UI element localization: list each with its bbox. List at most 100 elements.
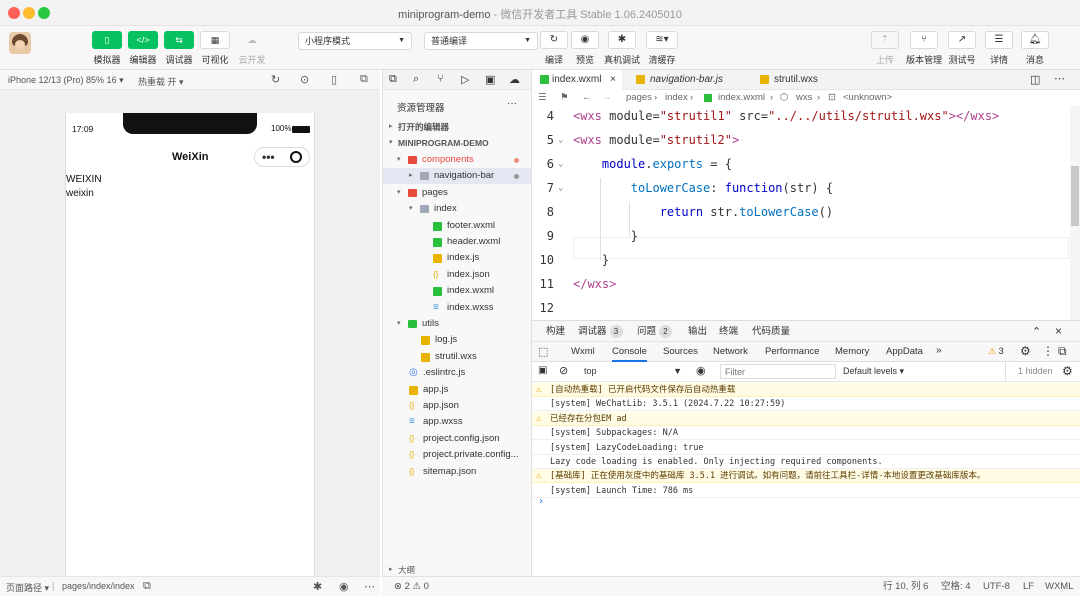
copy-icon[interactable]: ⧉ xyxy=(143,580,151,593)
rotate-icon[interactable]: ↻ xyxy=(271,73,280,86)
debugger-toggle-button[interactable]: ⇆ xyxy=(164,31,194,49)
upload-button[interactable]: ⇡ xyxy=(871,31,899,49)
gear-icon[interactable]: ⚙ xyxy=(1062,364,1073,378)
context-select[interactable]: top ▼ xyxy=(580,364,684,379)
tree-item[interactable]: {} project.private.config... xyxy=(383,447,531,463)
tree-item[interactable]: {} index.json xyxy=(383,267,531,283)
visual-toggle-button[interactable]: ▦ xyxy=(200,31,230,49)
sidebar-toggle-icon[interactable]: ▣ xyxy=(538,365,547,376)
tree-item[interactable]: {} project.config.json xyxy=(383,431,531,447)
version-control-button[interactable]: ⑂ xyxy=(910,31,938,49)
devtools-tab[interactable]: 问题 2 xyxy=(637,321,673,343)
fold-chevron-icon[interactable]: ⌄ xyxy=(558,176,563,200)
devtools-tab[interactable]: 终端 xyxy=(719,321,738,343)
cloud-dev-button[interactable]: ☁ xyxy=(237,31,267,49)
tree-item[interactable]: log.js xyxy=(383,332,531,348)
tab-index-wxml[interactable]: index.wxml × xyxy=(532,70,622,90)
devtools-tab[interactable]: 代码质量 xyxy=(752,321,790,343)
open-editors-section[interactable]: ▸ 打开的编辑器 xyxy=(383,119,531,135)
messages-button[interactable]: 🔔︎ xyxy=(1021,31,1049,49)
cursor-position[interactable]: 行 10, 列 6 xyxy=(883,577,928,596)
stop-icon[interactable]: ⊙ xyxy=(300,73,309,86)
kebab-icon[interactable]: ⋮ xyxy=(1042,344,1054,358)
tree-item[interactable]: footer.wxml xyxy=(383,218,531,234)
encoding[interactable]: UTF-8 xyxy=(983,577,1010,596)
hot-reload-toggle[interactable]: 热重载 开 ▾ xyxy=(138,75,184,88)
tab-navigation-bar-js[interactable]: navigation-bar.js xyxy=(630,70,760,90)
language-mode[interactable]: WXML xyxy=(1045,577,1074,596)
more-icon[interactable]: ⋯ xyxy=(1054,72,1065,85)
close-icon[interactable]: × xyxy=(1055,324,1062,338)
tree-item[interactable]: {} sitemap.json xyxy=(383,464,531,480)
bug-icon[interactable]: ✱ xyxy=(313,580,322,593)
extensions-icon[interactable]: ▣ xyxy=(485,73,495,86)
panel-tab[interactable]: AppData xyxy=(886,342,923,362)
tree-item[interactable]: strutil.wxs xyxy=(383,349,531,365)
search-icon[interactable]: ⌕ xyxy=(413,73,419,86)
fold-chevron-icon[interactable]: ⌄ xyxy=(558,152,563,176)
preview-button[interactable]: ◉ xyxy=(571,31,599,49)
console-prompt[interactable]: › xyxy=(538,496,544,507)
eye-icon[interactable]: ◉ xyxy=(696,364,706,377)
compile-mode-select[interactable]: 普通编译 ▼ xyxy=(424,32,538,50)
compile-button[interactable]: ↻ xyxy=(540,31,568,49)
capsule-menu[interactable]: ••• xyxy=(254,147,310,167)
devtools-tab[interactable]: 输出 xyxy=(688,321,707,343)
tree-item[interactable]: ▾ components xyxy=(383,152,531,168)
test-account-button[interactable]: ↗ xyxy=(948,31,976,49)
more-panels-icon[interactable]: » xyxy=(936,345,942,356)
problems-count[interactable]: ⊗ 2 ⚠ 0 xyxy=(394,577,429,596)
avatar[interactable] xyxy=(9,32,31,54)
tree-item[interactable]: ▸ navigation-bar xyxy=(383,168,531,185)
phone-icon[interactable]: ▯ xyxy=(331,73,337,86)
simulator-toggle-button[interactable]: ▯ xyxy=(92,31,122,49)
editor-toggle-button[interactable]: </> xyxy=(128,31,158,49)
close-capsule-icon[interactable] xyxy=(290,151,302,163)
inspect-icon[interactable]: ⬚ xyxy=(538,345,548,358)
collapse-panel-icon[interactable]: ⌃ xyxy=(1032,325,1041,338)
files-icon[interactable]: ⧉ xyxy=(389,73,397,86)
tree-item[interactable]: ▾ pages xyxy=(383,185,531,201)
tree-item[interactable]: ▾ utils xyxy=(383,316,531,332)
code-editor[interactable]: 4 <wxs module="strutil1" src="../../utils… xyxy=(532,106,1080,320)
panel-tab[interactable]: Performance xyxy=(765,342,819,362)
split-editor-icon[interactable]: ◫ xyxy=(1030,73,1040,86)
clear-console-icon[interactable]: ⊘ xyxy=(559,364,568,377)
eye-icon[interactable]: ◉ xyxy=(339,580,349,593)
tree-item[interactable]: ▾ index xyxy=(383,201,531,217)
warning-count[interactable]: ⚠ 3 xyxy=(988,346,1004,357)
debug-icon[interactable]: ▷ xyxy=(461,73,469,86)
project-section[interactable]: ▾ MINIPROGRAM-DEMO xyxy=(383,135,531,151)
console-filter-input[interactable] xyxy=(720,364,836,379)
tree-item[interactable]: ≡ index.wxss xyxy=(383,300,531,316)
tree-item[interactable]: ≡ app.wxss xyxy=(383,414,531,430)
devtools-tab[interactable]: 调试器 3 xyxy=(578,321,623,343)
tree-item[interactable]: index.wxml xyxy=(383,283,531,299)
page-path-label[interactable]: 页面路径 ▾ xyxy=(6,581,49,594)
indentation[interactable]: 空格: 4 xyxy=(941,577,971,596)
fold-chevron-icon[interactable]: ⌄ xyxy=(558,128,563,152)
source-control-icon[interactable]: ⑂ xyxy=(437,73,444,85)
panel-tab[interactable]: Memory xyxy=(835,342,869,362)
device-select[interactable]: iPhone 12/13 (Pro) 85% 16 ▾ xyxy=(8,75,124,86)
tree-item[interactable]: {} app.json xyxy=(383,398,531,414)
real-device-debug-button[interactable]: ✱ xyxy=(608,31,636,49)
console-output[interactable]: ⚠ [自动热重载] 已开启代码文件保存后自动热重载 [system] WeChatL… xyxy=(532,382,1080,576)
panel-tab[interactable]: Network xyxy=(713,342,748,362)
gear-icon[interactable]: ⚙ xyxy=(1020,344,1031,358)
log-levels-select[interactable]: Default levels ▾ xyxy=(843,366,904,377)
panel-tab[interactable]: Sources xyxy=(663,342,698,362)
dock-icon[interactable]: ⧉ xyxy=(1058,344,1067,359)
clear-cache-button[interactable]: ≋▾ xyxy=(646,31,678,49)
close-icon[interactable]: × xyxy=(610,70,616,90)
popout-icon[interactable]: ⧉ xyxy=(360,73,368,86)
panel-tab[interactable]: Console xyxy=(612,342,647,362)
more-icon[interactable]: ⋯ xyxy=(364,580,375,593)
tree-item[interactable]: header.wxml xyxy=(383,234,531,250)
cloud-icon[interactable]: ☁ xyxy=(509,73,520,86)
tree-item[interactable]: app.js xyxy=(383,382,531,398)
details-button[interactable]: ☰ xyxy=(985,31,1013,49)
explorer-more-button[interactable]: ··· xyxy=(507,98,517,109)
tab-strutil-wxs[interactable]: strutil.wxs xyxy=(754,70,854,90)
tree-item[interactable]: ◎ .eslintrc.js xyxy=(383,365,531,381)
